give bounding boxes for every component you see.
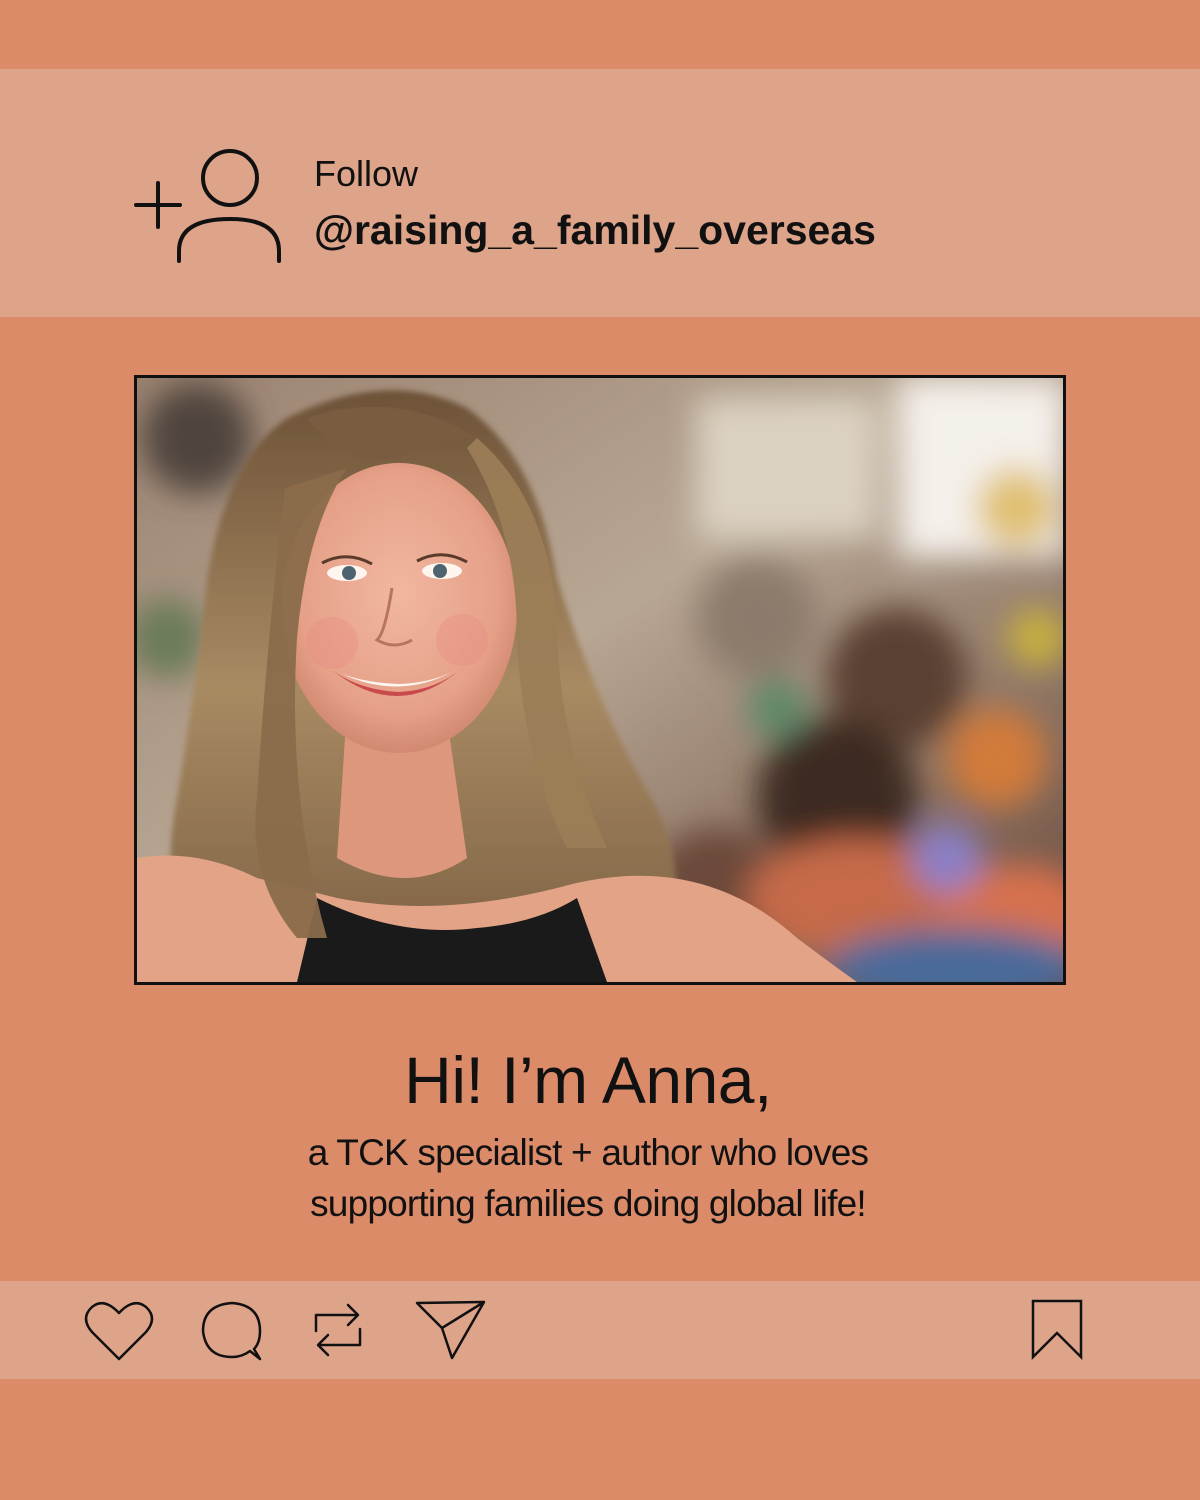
intro-tagline-line-2: supporting families doing global life! — [310, 1183, 867, 1224]
action-bar-band — [0, 1281, 1200, 1379]
bookmark-icon[interactable] — [1030, 1298, 1084, 1361]
repost-icon[interactable] — [310, 1299, 366, 1361]
add-user-icon[interactable] — [130, 148, 285, 268]
portrait-photo — [134, 375, 1066, 985]
intro-tagline-line-1: a TCK specialist + author who loves — [307, 1132, 869, 1173]
heart-icon[interactable] — [84, 1299, 154, 1363]
comment-icon[interactable] — [200, 1299, 264, 1361]
profile-handle[interactable]: @raising_a_family_overseas — [314, 205, 876, 255]
intro-headline: Hi! I’m Anna, — [404, 1043, 772, 1117]
follow-label[interactable]: Follow — [314, 152, 418, 196]
send-icon[interactable] — [414, 1298, 486, 1360]
